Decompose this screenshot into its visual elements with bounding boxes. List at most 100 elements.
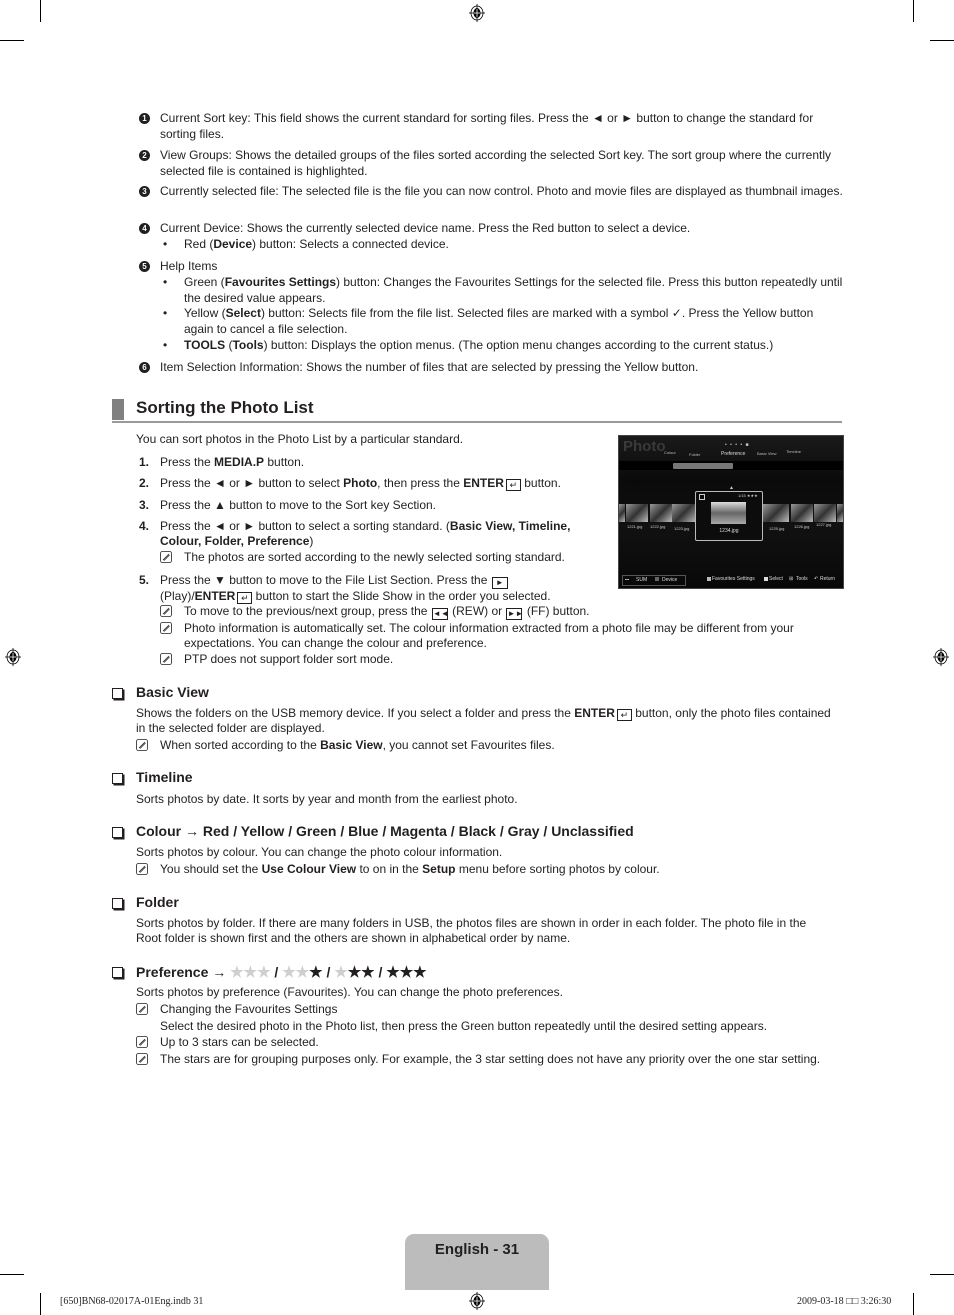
- tv-device-name: SUM: [636, 577, 648, 583]
- enter-key-icon: ↵: [616, 709, 632, 721]
- thumbnail: [763, 504, 789, 522]
- preference-note-grouping: The stars are for grouping purposes only…: [160, 1052, 821, 1066]
- tools-icon: ⊞: [789, 576, 794, 582]
- star-empty-icon: ★: [295, 964, 310, 981]
- enter-key-icon: ↵: [237, 592, 253, 604]
- thumbnail-label: 1226.jpg: [794, 524, 810, 529]
- preference-star-levels: ★★★ / ★★★ / ★★★ / ★★★: [230, 964, 427, 981]
- thumbnail-label: 1222.jpg: [650, 524, 666, 529]
- number-badge: 4: [139, 223, 150, 234]
- number-badge: 5: [139, 261, 150, 272]
- registration-mark-icon: [469, 4, 485, 22]
- step-4: Press the ◄ or ► button to select a sort…: [160, 519, 571, 548]
- tv-selection-info: 1/15 ★★★: [738, 493, 758, 498]
- return-icon: ↶: [814, 576, 819, 582]
- crop-mark: [40, 1293, 41, 1315]
- timeline-text: Sorts photos by date. It sorts by year a…: [136, 792, 518, 806]
- folder-text: Sorts photos by folder. If there are man…: [136, 916, 807, 945]
- step-number: 1.: [139, 455, 150, 469]
- thumbnail: [837, 504, 843, 522]
- star-filled-icon: ★: [347, 964, 362, 981]
- note-icon: [136, 1003, 148, 1015]
- print-slug-right: 2009-03-18 □□ 3:26:30: [797, 1296, 892, 1307]
- step-1: Press the MEDIA.P button.: [160, 455, 305, 469]
- number-badge: 3: [139, 186, 150, 197]
- thumbnail: [791, 504, 813, 522]
- registration-mark-icon: [469, 1292, 485, 1310]
- note-icon: [160, 653, 172, 665]
- print-slug-left: [650]BN68-02017A-01Eng.indb 31: [60, 1296, 204, 1307]
- preference-text: Sorts photos by preference (Favourites).…: [136, 985, 563, 999]
- tv-group-highlight: [673, 463, 733, 469]
- star-empty-icon: ★: [257, 964, 271, 981]
- section-checkbox-icon: [112, 898, 123, 909]
- rew-key-icon: ◄◄: [431, 608, 449, 620]
- colour-note: You should set the Use Colour View to on…: [160, 862, 660, 876]
- colour-text: Sorts photos by colour. You can change t…: [136, 845, 503, 859]
- star-level-1: ★★★: [282, 964, 323, 981]
- step-5-note-rew-ff: To move to the previous/next group, pres…: [184, 604, 590, 620]
- tv-help-item: Select: [769, 576, 783, 582]
- step-4-note: The photos are sorted according to the n…: [184, 550, 565, 564]
- crop-mark: [40, 0, 41, 22]
- number-badge: 6: [139, 362, 150, 373]
- step-5-note-photo-info: Photo information is automatically set. …: [184, 621, 794, 650]
- enter-key-icon: ↵: [505, 479, 521, 491]
- tv-help-item: Return: [820, 576, 836, 582]
- tv-sort-key: Colour: [664, 450, 676, 455]
- thumbnail: [650, 504, 672, 522]
- basic-view-text: Shows the folders on the USB memory devi…: [136, 706, 831, 735]
- star-empty-icon: ★: [334, 964, 348, 981]
- note-icon: [136, 1053, 148, 1065]
- tv-title: Photo: [623, 438, 666, 455]
- note-icon: [160, 622, 172, 634]
- intro-item-view-groups: View Groups: Shows the detailed groups o…: [160, 148, 832, 178]
- bullet: •: [163, 306, 168, 320]
- step-2: Press the ◄ or ► button to select Photo,…: [160, 476, 561, 491]
- bullet: •: [163, 338, 168, 352]
- star-empty-icon: ★: [243, 964, 258, 981]
- note-icon: [136, 1036, 148, 1048]
- thumbnail: [814, 504, 836, 522]
- bullet-green-favourites: Green (Favourites Settings) button: Chan…: [184, 275, 843, 305]
- selected-thumbnail: [711, 502, 746, 524]
- note-icon: [160, 551, 172, 563]
- star-filled-icon: ★: [309, 964, 323, 981]
- step-number: 4.: [139, 519, 150, 533]
- thumbnail-label: 1223.jpg: [674, 526, 690, 531]
- star-level-2: ★★★: [334, 964, 374, 981]
- star-separator: /: [270, 964, 283, 980]
- section-checkbox-icon: [112, 967, 123, 978]
- preference-note-changing: Changing the Favourites Settings: [160, 1002, 338, 1016]
- step-number: 2.: [139, 476, 150, 490]
- note-icon: [160, 605, 172, 617]
- section-title: Sorting the Photo List: [136, 398, 314, 417]
- tv-device-label: Device: [662, 577, 678, 583]
- section-checkbox-icon: [112, 688, 123, 699]
- number-badge: 2: [139, 150, 150, 161]
- bullet: •: [163, 275, 168, 289]
- thumbnail: [672, 504, 696, 522]
- page-number: English - 31: [434, 1241, 520, 1258]
- crop-mark: [0, 1274, 24, 1275]
- crop-mark: [913, 1293, 914, 1315]
- step-5: Press the ▼ button to move to the File L…: [160, 573, 551, 604]
- thumbnail-label: 1221.jpg: [627, 524, 643, 529]
- subsection-title-colour: Colour → Red / Yellow / Green / Blue / M…: [136, 823, 634, 839]
- star-filled-icon: ★: [413, 964, 427, 981]
- step-3: Press the ▲ button to move to the Sort k…: [160, 498, 437, 512]
- red-button-icon: [655, 577, 659, 581]
- subsection-title-folder: Folder: [136, 894, 179, 910]
- thumbnail-label: 1227.jpg: [816, 522, 832, 527]
- intro-item-current-device: Current Device: Shows the currently sele…: [160, 221, 691, 235]
- selected-file-label: 1234.jpg: [719, 528, 739, 534]
- select-checkbox-icon: [699, 494, 705, 500]
- tv-sort-key: Basic View: [757, 451, 777, 456]
- crop-mark: [930, 40, 954, 41]
- section-checkbox-icon: [112, 827, 123, 838]
- step-5-note-ptp: PTP does not support folder sort mode.: [184, 652, 394, 666]
- subsection-title-basic-view: Basic View: [136, 684, 209, 700]
- star-empty-icon: ★: [282, 964, 296, 981]
- checkmark-icon: ✓: [671, 306, 682, 320]
- thumbnail-label: 1225.jpg: [769, 526, 785, 531]
